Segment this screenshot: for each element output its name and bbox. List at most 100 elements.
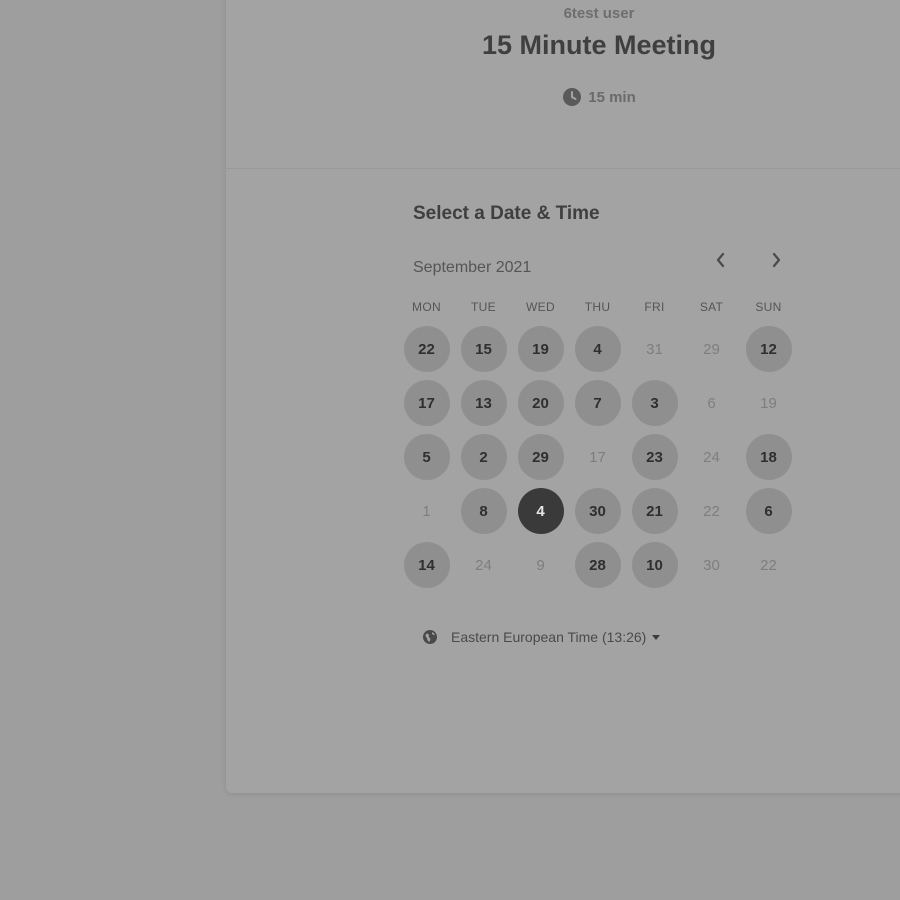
day-number: 19: [517, 326, 564, 372]
calendar-day: 9: [512, 538, 569, 592]
day-number: 10: [631, 542, 678, 588]
day-number: 20: [517, 380, 564, 426]
calendar-grid: MON TUE WED THU FRI SAT SUN 22 15 19 4 3…: [398, 300, 797, 592]
chevron-left-icon: [716, 252, 725, 268]
calendar-day[interactable]: 17: [398, 376, 455, 430]
event-header: 6test user 15 Minute Meeting 15 min: [226, 0, 900, 169]
calendar-day: 30: [683, 538, 740, 592]
calendar-day: 19: [740, 376, 797, 430]
day-number: 9: [536, 556, 545, 574]
calendar-week: 14 24 9 28 10 30 22: [398, 538, 797, 592]
day-number: 24: [475, 556, 492, 574]
weekday-label: TUE: [471, 300, 496, 314]
globe-icon: [423, 630, 437, 644]
section-title: Select a Date & Time: [413, 203, 600, 224]
day-number: 3: [631, 380, 678, 426]
day-number: 31: [646, 340, 663, 358]
day-number: 30: [574, 488, 621, 534]
calendar-day[interactable]: 14: [398, 538, 455, 592]
calendar-day[interactable]: 18: [740, 430, 797, 484]
day-number: 29: [517, 434, 564, 480]
day-number: 2: [460, 434, 507, 480]
scheduling-page: 6test user 15 Minute Meeting 15 min Sele…: [0, 0, 900, 900]
calendar-day[interactable]: 22: [398, 322, 455, 376]
calendar-day[interactable]: 21: [626, 484, 683, 538]
calendar-day[interactable]: 12: [740, 322, 797, 376]
weekday-label: SAT: [699, 300, 724, 314]
weekday-label: FRI: [644, 300, 665, 314]
event-duration: 15 min: [226, 87, 900, 107]
booking-card: 6test user 15 Minute Meeting 15 min Sele…: [226, 0, 900, 793]
calendar-day[interactable]: 4: [569, 322, 626, 376]
day-number: 4: [517, 488, 564, 534]
weekday-label: WED: [526, 300, 555, 314]
month-label: September 2021: [413, 259, 532, 276]
calendar-day: 22: [683, 484, 740, 538]
timezone-selector[interactable]: Eastern European Time (13:26): [422, 629, 661, 645]
chevron-right-icon: [772, 252, 781, 268]
day-number: 19: [760, 394, 777, 412]
calendar-day[interactable]: 30: [569, 484, 626, 538]
calendar-day: 22: [740, 538, 797, 592]
calendar-day[interactable]: 13: [455, 376, 512, 430]
calendar-day[interactable]: 28: [569, 538, 626, 592]
day-number: 8: [460, 488, 507, 534]
day-number: 23: [631, 434, 678, 480]
weekday-label: MON: [412, 300, 441, 314]
prev-month-button[interactable]: [707, 246, 735, 274]
day-number: 22: [760, 556, 777, 574]
day-number: 30: [703, 556, 720, 574]
day-number: 13: [460, 380, 507, 426]
calendar-day: 24: [683, 430, 740, 484]
day-number: 6: [745, 488, 792, 534]
calendar-day[interactable]: 29: [512, 430, 569, 484]
calendar-week: 17 13 20 7 3 6 19: [398, 376, 797, 430]
calendar-week: 1 8 4 30 21 22 6: [398, 484, 797, 538]
calendar-day[interactable]: 8: [455, 484, 512, 538]
day-number: 12: [745, 326, 792, 372]
day-number: 24: [703, 448, 720, 466]
clock-icon: [563, 88, 582, 106]
calendar-day[interactable]: 20: [512, 376, 569, 430]
calendar-week: 22 15 19 4 31 29 12: [398, 322, 797, 376]
calendar-day[interactable]: 2: [455, 430, 512, 484]
day-number: 17: [589, 448, 606, 466]
day-number: 7: [574, 380, 621, 426]
day-number: 17: [403, 380, 450, 426]
host-name: 6test user: [563, 5, 635, 22]
calendar-day[interactable]: 19: [512, 322, 569, 376]
day-number: 22: [403, 326, 450, 372]
calendar-day[interactable]: 4: [512, 484, 569, 538]
calendar-day[interactable]: 5: [398, 430, 455, 484]
day-number: 1: [422, 502, 431, 520]
day-number: 5: [403, 434, 450, 480]
calendar-day[interactable]: 6: [740, 484, 797, 538]
calendar-day[interactable]: 3: [626, 376, 683, 430]
calendar-day: 17: [569, 430, 626, 484]
day-number: 14: [403, 542, 450, 588]
calendar-day: 24: [455, 538, 512, 592]
event-title: 15 Minute Meeting: [481, 30, 717, 60]
calendar-day[interactable]: 10: [626, 538, 683, 592]
day-number: 18: [745, 434, 792, 480]
calendar-day[interactable]: 7: [569, 376, 626, 430]
calendar-day[interactable]: 15: [455, 322, 512, 376]
calendar-day: 1: [398, 484, 455, 538]
weekday-label: THU: [584, 300, 611, 314]
next-month-button[interactable]: [762, 246, 790, 274]
calendar-day: 31: [626, 322, 683, 376]
calendar-day[interactable]: 23: [626, 430, 683, 484]
weekday-header: MON TUE WED THU FRI SAT SUN: [398, 300, 797, 322]
day-number: 15: [460, 326, 507, 372]
day-number: 21: [631, 488, 678, 534]
calendar-day: 29: [683, 322, 740, 376]
day-number: 28: [574, 542, 621, 588]
day-number: 22: [703, 502, 720, 520]
duration-label: 15 min: [588, 89, 636, 106]
timezone-label: Eastern European Time (13:26): [451, 629, 647, 645]
caret-down-icon: [652, 634, 661, 640]
calendar-week: 5 2 29 17 23 24 18: [398, 430, 797, 484]
day-number: 29: [703, 340, 720, 358]
weekday-label: SUN: [755, 300, 782, 314]
day-number: 6: [707, 394, 716, 412]
